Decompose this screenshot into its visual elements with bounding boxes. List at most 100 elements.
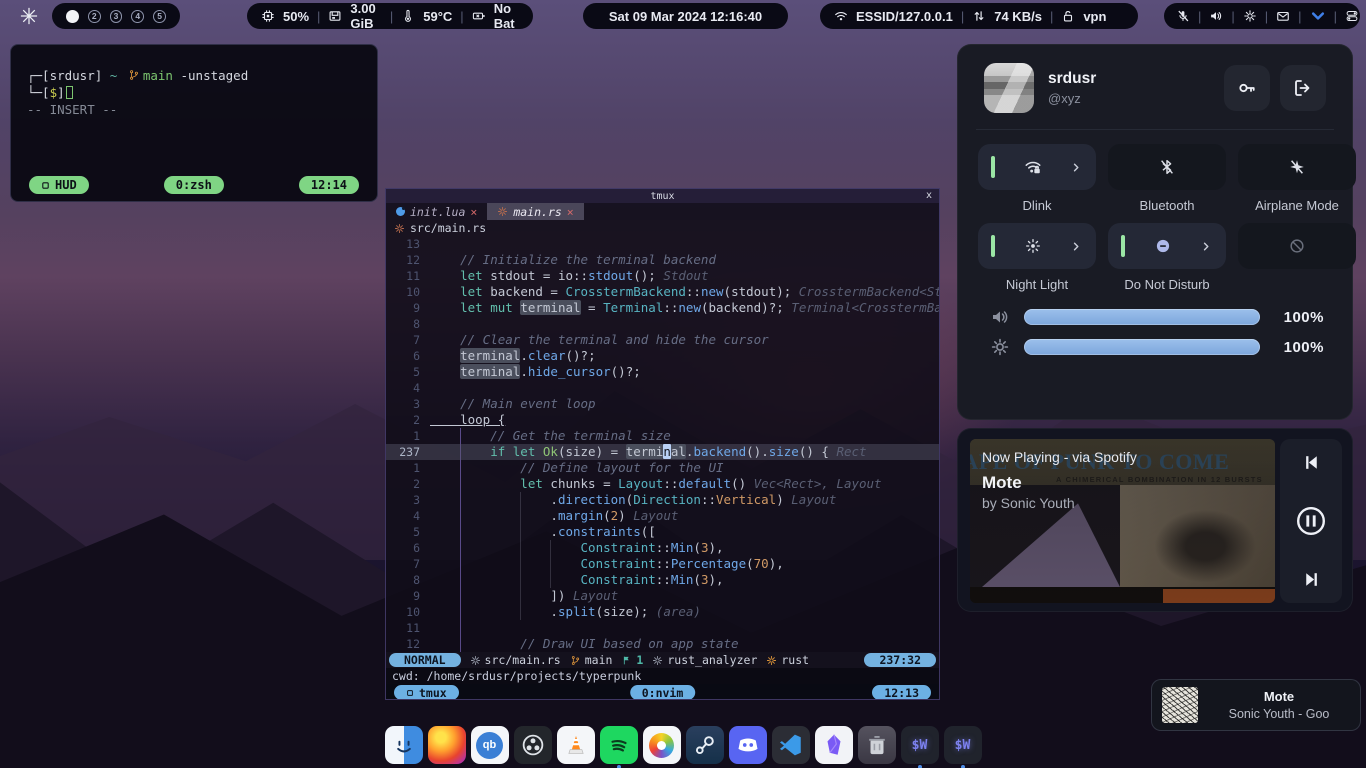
editor-window[interactable]: tmux x init.lua × main.rs × src/main.rs … xyxy=(385,188,940,700)
code-line[interactable]: 12 // Initialize the terminal backend xyxy=(386,252,939,268)
workspace-5[interactable]: 5 xyxy=(153,10,166,23)
code-line[interactable]: 2 let chunks = Layout::default() Vec<Rec… xyxy=(386,476,939,492)
clock[interactable]: Sat 09 Mar 2024 12:16:40 xyxy=(583,3,788,29)
microphone-muted-icon[interactable] xyxy=(1176,9,1190,23)
workspace-1[interactable] xyxy=(66,10,79,23)
chevron-right-icon[interactable] xyxy=(1070,161,1083,174)
dock-item-file-manager[interactable] xyxy=(385,726,423,764)
toggle-airplane-mode[interactable] xyxy=(1238,144,1356,190)
code-line[interactable]: 10 let backend = CrosstermBackend::new(s… xyxy=(386,284,939,300)
dock-item-firefox[interactable] xyxy=(428,726,466,764)
toggle-night-light[interactable] xyxy=(978,223,1096,269)
code-text: .constraints([ xyxy=(430,524,939,540)
code-line-current[interactable]: 237 if let Ok(size) = terminal.backend()… xyxy=(386,444,939,460)
toggle-do-not-disturb[interactable] xyxy=(1108,223,1226,269)
code-line[interactable]: 3 .direction(Direction::Vertical) Layout xyxy=(386,492,939,508)
tmux-session-badge[interactable]: HUD xyxy=(29,176,89,194)
rust-icon xyxy=(766,655,777,666)
dock-item-obs[interactable] xyxy=(514,726,552,764)
code-line[interactable]: 9 ]) Layout xyxy=(386,588,939,604)
tab-close-icon[interactable]: × xyxy=(470,205,477,219)
settings-gear-icon[interactable] xyxy=(1243,9,1257,23)
code-line[interactable]: 1 // Define layout for the UI xyxy=(386,460,939,476)
code-line[interactable]: 6 terminal.clear()?; xyxy=(386,348,939,364)
code-line[interactable]: 8 Constraint::Min(3), xyxy=(386,572,939,588)
notification[interactable]: Mote Sonic Youth - Goo xyxy=(1151,679,1361,731)
workspace-3[interactable]: 3 xyxy=(110,10,123,23)
volume-slider-row: 100% xyxy=(974,302,1336,332)
code-line[interactable]: 11 xyxy=(386,620,939,636)
dock-item-discord[interactable] xyxy=(729,726,767,764)
workspace-2[interactable]: 2 xyxy=(88,10,101,23)
workspace-4[interactable]: 4 xyxy=(131,10,144,23)
separator: | xyxy=(1231,9,1234,24)
album-art-card[interactable]: SHAPE OF PUNK TO COME A CHIMERICAL BOMBI… xyxy=(970,439,1275,603)
pause-button[interactable] xyxy=(1295,505,1327,537)
code-line[interactable]: 4 .margin(2) Layout xyxy=(386,508,939,524)
line-number: 11 xyxy=(386,268,430,284)
tmux-clock-badge: 12:13 xyxy=(872,685,931,700)
separator: | xyxy=(1198,9,1201,24)
toggle-dlink[interactable] xyxy=(978,144,1096,190)
mail-icon[interactable] xyxy=(1276,9,1290,23)
previous-track-button[interactable] xyxy=(1301,452,1322,473)
next-track-button[interactable] xyxy=(1301,569,1322,590)
code-line[interactable]: 3 // Main event loop xyxy=(386,396,939,412)
dock-item-obsidian[interactable] xyxy=(815,726,853,764)
dock-item-photos[interactable] xyxy=(643,726,681,764)
key-icon xyxy=(1237,78,1257,98)
separator: | xyxy=(1334,9,1337,24)
topbar: 2345 50% | 3.00 GiB | 59°C | No Bat Sat … xyxy=(0,0,1366,32)
tab-init-lua[interactable]: init.lua × xyxy=(386,203,487,220)
lua-icon xyxy=(396,207,405,216)
tab-close-icon[interactable]: × xyxy=(567,205,574,219)
code-line[interactable]: 9 let mut terminal = Terminal::new(backe… xyxy=(386,300,939,316)
code-line[interactable]: 7 Constraint::Percentage(70), xyxy=(386,556,939,572)
code-line[interactable]: 5 .constraints([ xyxy=(386,524,939,540)
window-close-button[interactable]: x xyxy=(926,190,932,201)
code-area[interactable]: 1312 // Initialize the terminal backend1… xyxy=(386,236,939,652)
code-line[interactable]: 5 terminal.hide_cursor()?; xyxy=(386,364,939,380)
toggle-blocked[interactable] xyxy=(1238,223,1356,269)
dock: qb $W$W xyxy=(0,726,1366,764)
tmux-window-badge[interactable]: 0:zsh xyxy=(164,176,224,194)
code-line[interactable]: 12 // Draw UI based on app state xyxy=(386,636,939,652)
code-line[interactable]: 13 xyxy=(386,236,939,252)
tmux-session-badge[interactable]: tmux xyxy=(394,685,459,700)
tmux-window-badge[interactable]: 0:nvim xyxy=(630,685,696,700)
dock-item-spotify[interactable] xyxy=(600,726,638,764)
code-line[interactable]: 8 xyxy=(386,316,939,332)
workspaces: 2345 xyxy=(52,3,180,29)
dock-item-qbittorrent[interactable]: qb xyxy=(471,726,509,764)
code-line[interactable]: 7 // Clear the terminal and hide the cur… xyxy=(386,332,939,348)
code-line[interactable]: 4 xyxy=(386,380,939,396)
brightness-slider[interactable] xyxy=(1024,339,1260,355)
system-tray: | | | | | xyxy=(1164,3,1360,29)
chevron-right-icon[interactable] xyxy=(1070,240,1083,253)
wifi-icon[interactable] xyxy=(834,9,848,23)
lock-keys-button[interactable] xyxy=(1224,65,1270,111)
code-line[interactable]: 10 .split(size); (area) xyxy=(386,604,939,620)
toggle-bluetooth[interactable] xyxy=(1108,144,1226,190)
dock-item-trash[interactable] xyxy=(858,726,896,764)
code-line[interactable]: 1 // Get the terminal size xyxy=(386,428,939,444)
hud-terminal-window[interactable]: ┌─[srdusr] ~ main -unstaged └─[$] -- INS… xyxy=(10,44,378,202)
chevron-right-icon[interactable] xyxy=(1200,240,1213,253)
code-line[interactable]: 11 let stdout = io::stdout(); Stdout xyxy=(386,268,939,284)
volume-icon[interactable] xyxy=(1209,9,1223,23)
tab-main-rs[interactable]: main.rs × xyxy=(487,203,583,220)
dock-item-steam[interactable] xyxy=(686,726,724,764)
logout-button[interactable] xyxy=(1280,65,1326,111)
code-line[interactable]: 6 Constraint::Min(3), xyxy=(386,540,939,556)
code-line[interactable]: 2 loop { xyxy=(386,412,939,428)
dock-item-vlc[interactable] xyxy=(557,726,595,764)
separator: | xyxy=(961,9,964,24)
chevron-down-icon[interactable] xyxy=(1310,8,1326,24)
dock-item-typerpunk-2[interactable]: $W xyxy=(944,726,982,764)
toggles-panel-icon[interactable] xyxy=(1345,9,1359,23)
dock-item-vscode[interactable] xyxy=(772,726,810,764)
dock-item-typerpunk[interactable]: $W xyxy=(901,726,939,764)
launcher-icon[interactable] xyxy=(20,7,38,25)
volume-slider[interactable] xyxy=(1024,309,1260,325)
git-branch-icon xyxy=(570,655,581,666)
